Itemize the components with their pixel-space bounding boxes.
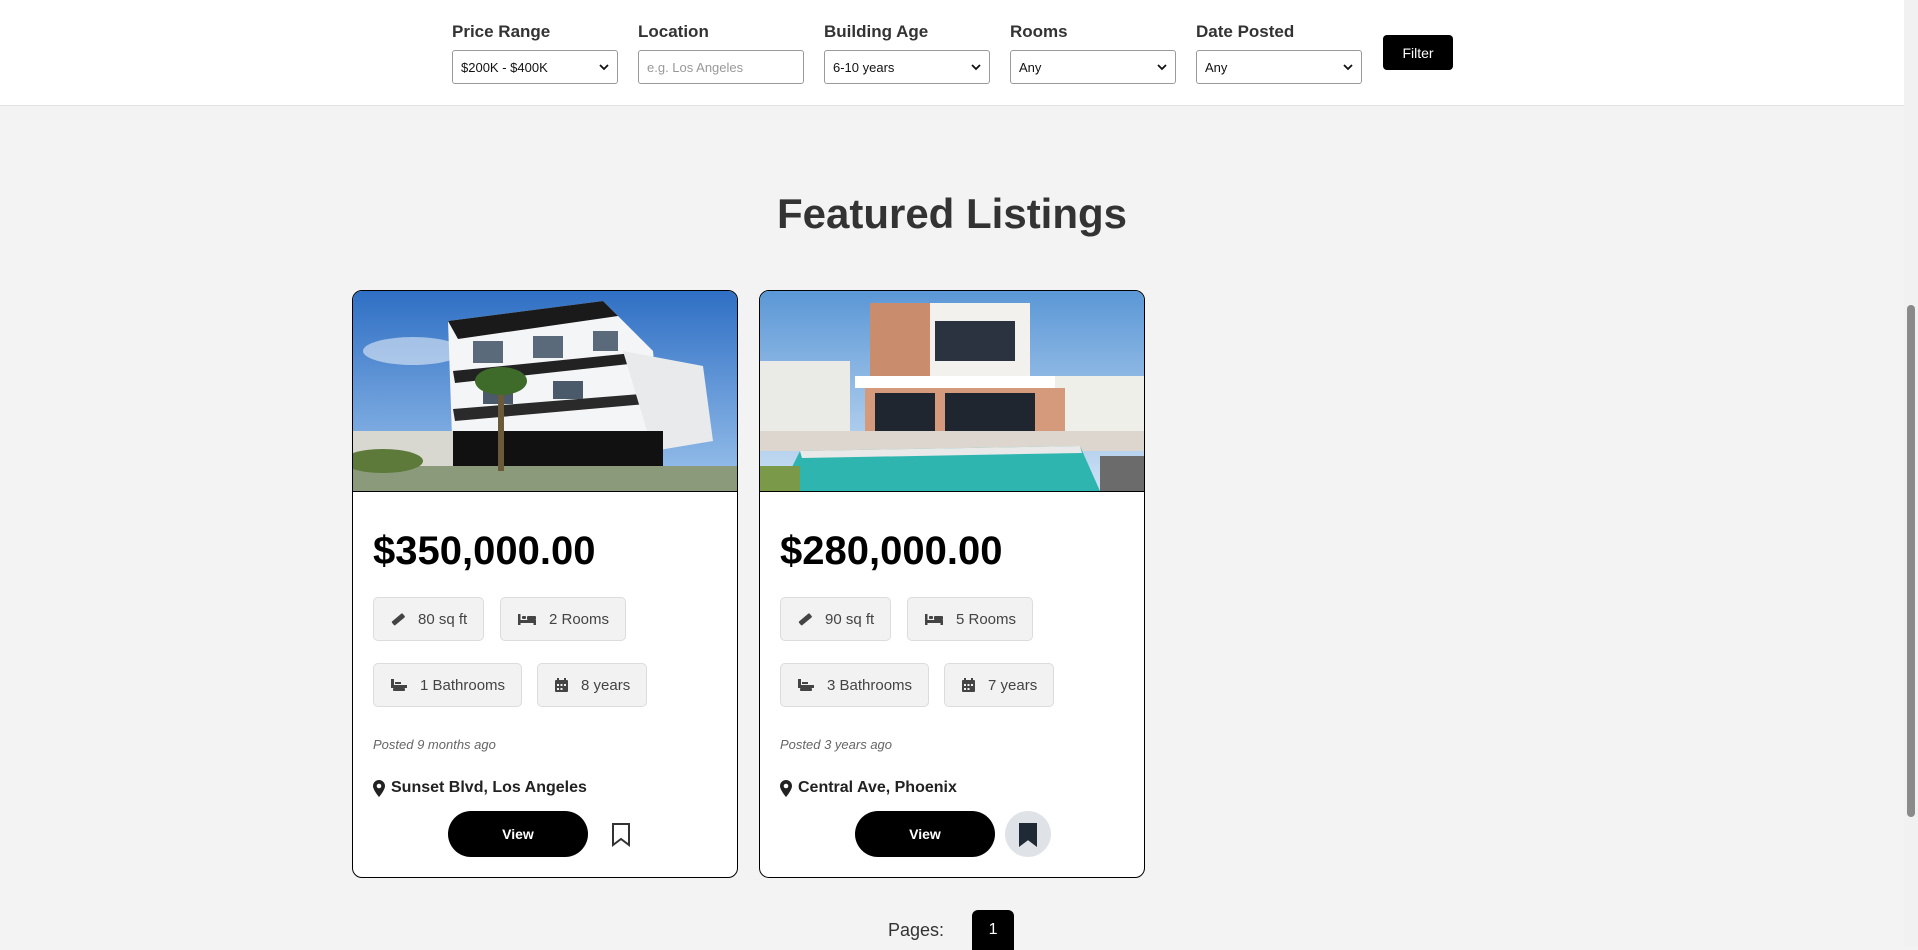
view-button[interactable]: View <box>855 811 995 857</box>
location-text: Central Ave, Phoenix <box>798 779 957 796</box>
section-title: Featured Listings <box>776 190 1128 237</box>
rooms-value: Any <box>1019 59 1042 75</box>
bookmark-button[interactable] <box>1005 811 1051 857</box>
map-pin-icon <box>373 779 385 797</box>
price-range-value: $200K - $400K <box>461 59 548 75</box>
villa-with-pool-image <box>760 291 1144 491</box>
view-button[interactable]: View <box>448 811 588 857</box>
ruler-icon <box>391 613 405 626</box>
area-value: 90 sq ft <box>825 610 875 628</box>
area-chip: 80 sq ft <box>373 597 485 641</box>
listing-location: Central Ave, Phoenix <box>780 779 957 797</box>
bathrooms-value: 1 Bathrooms <box>420 676 506 694</box>
location-placeholder: e.g. Los Angeles <box>647 59 744 75</box>
listing-card: $280,000.00 90 sq ft 5 Rooms 3 Bathrooms… <box>759 290 1145 878</box>
filter-date-posted: Date Posted Any <box>1196 22 1362 84</box>
area-value: 80 sq ft <box>418 610 468 628</box>
map-pin-icon <box>780 779 792 797</box>
bathrooms-value: 3 Bathrooms <box>827 676 913 694</box>
listing-price: $280,000.00 <box>780 529 1003 573</box>
listing-price: $350,000.00 <box>373 529 596 573</box>
chevron-down-icon <box>1343 64 1353 71</box>
rooms-select[interactable]: Any <box>1010 50 1176 84</box>
bookmark-button[interactable] <box>598 811 644 857</box>
bath-icon <box>391 679 407 691</box>
age-chip: 7 years <box>944 663 1055 707</box>
apartment-building-image <box>353 291 737 491</box>
bed-icon <box>925 614 943 625</box>
filter-building-age: Building Age 6-10 years <box>824 22 990 84</box>
bed-icon <box>518 614 536 625</box>
filter-rooms: Rooms Any <box>1010 22 1176 84</box>
date-posted-select[interactable]: Any <box>1196 50 1362 84</box>
chevron-down-icon <box>971 64 981 71</box>
rooms-value: 5 Rooms <box>956 610 1017 628</box>
rooms-value: 2 Rooms <box>549 610 610 628</box>
pagination: Pages: 1 <box>888 910 1015 950</box>
page-button-1[interactable]: 1 <box>972 910 1015 950</box>
age-value: 8 years <box>581 676 631 694</box>
age-chip: 8 years <box>537 663 648 707</box>
bath-icon <box>798 679 814 691</box>
bathrooms-chip: 3 Bathrooms <box>780 663 930 707</box>
building-age-select[interactable]: 6-10 years <box>824 50 990 84</box>
listing-location: Sunset Blvd, Los Angeles <box>373 779 587 797</box>
bookmark-icon <box>1019 822 1037 847</box>
listing-card: $350,000.00 80 sq ft 2 Rooms 1 Bathrooms… <box>352 290 738 878</box>
date-posted-value: Any <box>1205 59 1228 75</box>
age-value: 7 years <box>988 676 1038 694</box>
rooms-chip: 2 Rooms <box>500 597 627 641</box>
posted-date: Posted 3 years ago <box>780 737 893 752</box>
price-range-select[interactable]: $200K - $400K <box>452 50 618 84</box>
filter-location: Location e.g. Los Angeles <box>638 22 804 84</box>
building-age-label: Building Age <box>824 22 929 41</box>
rooms-chip: 5 Rooms <box>907 597 1034 641</box>
location-label: Location <box>638 22 709 41</box>
chevron-down-icon <box>599 64 609 71</box>
listing-photo[interactable] <box>353 291 737 492</box>
filter-bar: Price Range $200K - $400K Location e.g. … <box>0 0 1904 106</box>
scrollbar-thumb[interactable] <box>1907 305 1915 817</box>
area-chip: 90 sq ft <box>780 597 892 641</box>
location-input[interactable]: e.g. Los Angeles <box>638 50 804 84</box>
vertical-scrollbar[interactable] <box>1904 0 1918 946</box>
bathrooms-chip: 1 Bathrooms <box>373 663 523 707</box>
ruler-icon <box>798 613 812 626</box>
rooms-label: Rooms <box>1010 22 1068 41</box>
pages-label: Pages: <box>888 919 945 940</box>
bookmark-icon <box>612 822 630 847</box>
calendar-icon <box>962 678 975 692</box>
price-range-label: Price Range <box>452 22 551 41</box>
calendar-icon <box>555 678 568 692</box>
listing-photo[interactable] <box>760 291 1144 492</box>
building-age-value: 6-10 years <box>833 59 895 75</box>
filter-button[interactable]: Filter <box>1383 35 1453 70</box>
location-text: Sunset Blvd, Los Angeles <box>391 779 587 796</box>
date-posted-label: Date Posted <box>1196 22 1295 41</box>
chevron-down-icon <box>1157 64 1167 71</box>
posted-date: Posted 9 months ago <box>373 737 496 752</box>
filter-price-range: Price Range $200K - $400K <box>452 22 618 84</box>
